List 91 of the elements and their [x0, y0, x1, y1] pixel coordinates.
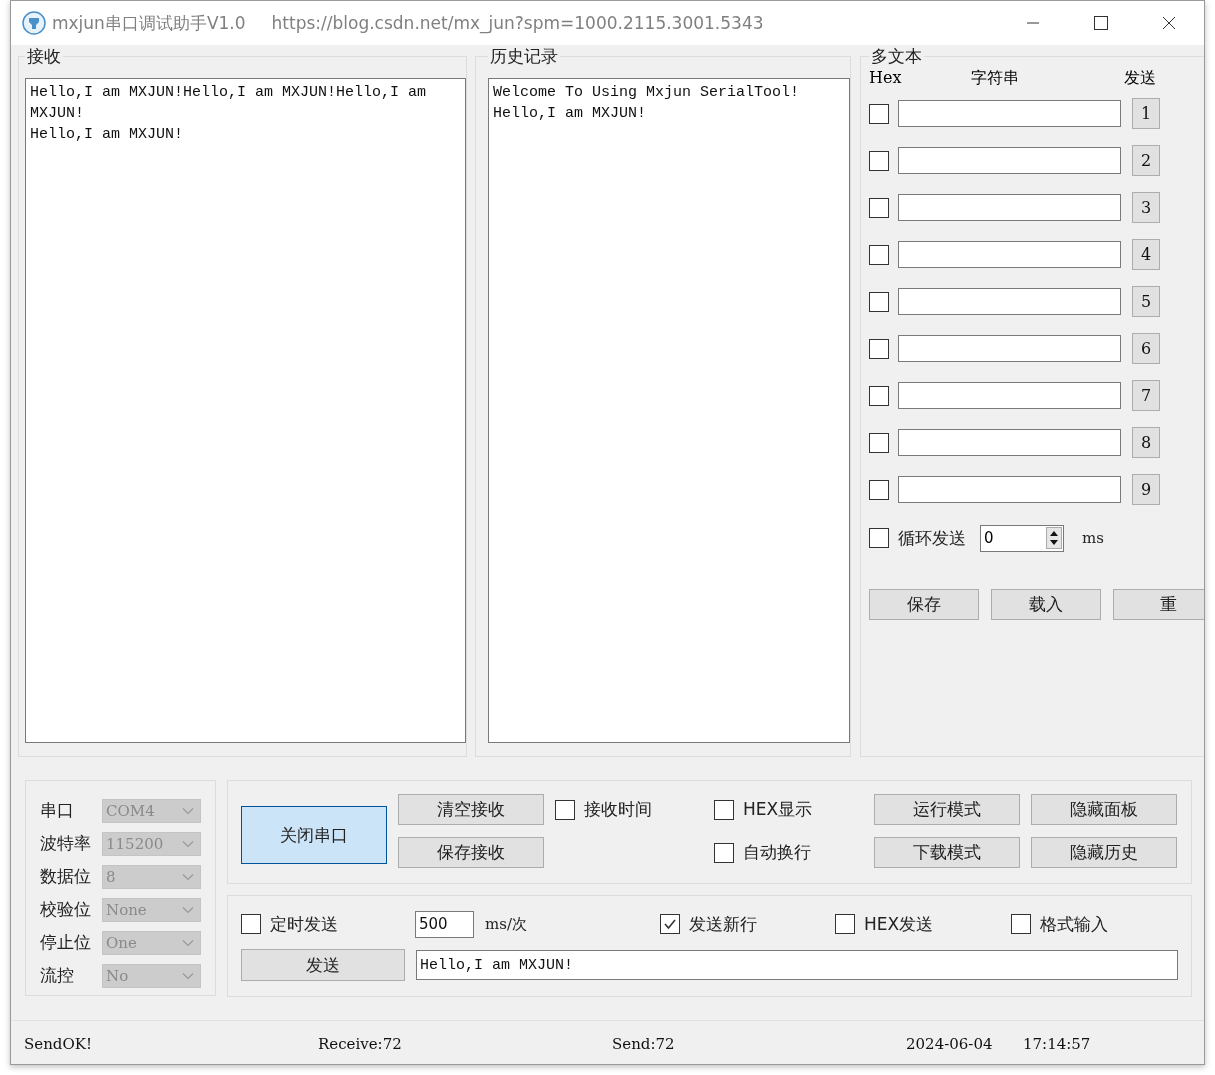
hex-checkbox[interactable] — [869, 103, 889, 124]
string-input-field[interactable] — [898, 288, 1121, 315]
window-title: mxjun串口调试助手V1.0 — [52, 11, 246, 35]
send-number-button[interactable]: 7 — [1132, 380, 1160, 411]
hex-checkbox[interactable] — [869, 338, 889, 359]
column-header: 字符串 — [971, 68, 1019, 89]
checkbox-label: 格式输入 — [1040, 912, 1108, 936]
checkbox[interactable] — [835, 914, 855, 934]
checkbox-label: HEX显示 — [743, 798, 813, 821]
unit-label: ms — [1082, 529, 1104, 547]
hex-checkbox[interactable] — [869, 244, 889, 265]
send-number-button[interactable]: 3 — [1132, 192, 1160, 223]
chevron-icon — [182, 905, 194, 914]
send-number-button[interactable]: 2 — [1132, 145, 1160, 176]
column-header: 发送 — [1124, 68, 1156, 89]
checkbox-label: 循环发送 — [898, 526, 966, 550]
window-url: https://blog.csdn.net/mx_jun?spm=1000.2115.3001.5343 — [271, 13, 764, 33]
close-icon[interactable] — [1162, 16, 1176, 30]
mode-button[interactable]: 运行模式 — [874, 794, 1020, 825]
checkbox-label: 发送新行 — [689, 912, 757, 936]
setting-label: 串口 — [40, 799, 75, 822]
message-input-field[interactable]: Hello,I am MXJUN! — [416, 950, 1178, 980]
hex-checkbox[interactable] — [869, 479, 889, 500]
string-input-field[interactable] — [898, 335, 1121, 362]
maximize-icon[interactable] — [1094, 16, 1108, 30]
receive-text-area[interactable]: Hello,I am MXJUN!Hello,I am MXJUN!Hello,I am MXJUN! Hello,I am MXJUN! — [25, 78, 466, 743]
send-number-button[interactable]: 6 — [1132, 333, 1160, 364]
checkbox[interactable] — [555, 799, 575, 820]
checkbox[interactable] — [714, 799, 734, 820]
checkbox[interactable] — [1011, 914, 1031, 934]
checkbox[interactable] — [660, 914, 680, 934]
setting-label: 波特率 — [40, 832, 92, 855]
setting-label: 流控 — [40, 964, 75, 987]
setting-label: 校验位 — [40, 898, 92, 921]
hex-checkbox[interactable] — [869, 385, 889, 406]
receive-count: Receive:72 — [318, 1034, 403, 1053]
chevron-icon — [182, 971, 194, 980]
status-date: 2024-06-04 — [906, 1034, 994, 1053]
chevron-icon — [182, 872, 194, 881]
send-number-button[interactable]: 4 — [1132, 239, 1160, 270]
checkbox-label: 自动换行 — [743, 841, 811, 864]
string-input-field[interactable] — [898, 382, 1121, 409]
mode-button[interactable]: 下载模式 — [874, 837, 1020, 868]
panel-button[interactable]: 保存 — [869, 589, 979, 620]
checkbox-label: 定时发送 — [270, 912, 338, 936]
action-button[interactable]: 清空接收 — [398, 794, 544, 825]
checkbox-label: HEX发送 — [864, 912, 934, 936]
chevron-icon — [182, 806, 194, 815]
string-input-field[interactable] — [898, 147, 1121, 174]
string-input-field[interactable] — [898, 194, 1121, 221]
app-logo-icon — [22, 11, 46, 35]
group-title: 接收 — [26, 45, 62, 68]
string-input-field[interactable] — [898, 476, 1121, 503]
checkbox-label: 接收时间 — [584, 798, 652, 821]
hex-checkbox[interactable] — [869, 150, 889, 171]
hex-checkbox[interactable] — [869, 197, 889, 218]
checkbox[interactable] — [869, 528, 889, 548]
string-input-field[interactable] — [898, 429, 1121, 456]
history-text-area[interactable]: Welcome To Using Mxjun SerialTool! Hello,I am MXJUN! — [488, 78, 850, 743]
hex-checkbox[interactable] — [869, 291, 889, 312]
string-input-field[interactable] — [898, 241, 1121, 268]
checkbox[interactable] — [241, 914, 261, 934]
unit-label: ms/次 — [485, 914, 528, 934]
mode-button[interactable]: 隐藏历史 — [1031, 837, 1177, 868]
setting-label: 停止位 — [40, 931, 92, 954]
checkmark-icon — [663, 917, 677, 931]
setting-label: 数据位 — [40, 865, 92, 888]
spinner-arrows-icon[interactable] — [1046, 527, 1062, 549]
panel-button[interactable]: 重 — [1113, 589, 1204, 620]
mode-button[interactable]: 隐藏面板 — [1031, 794, 1177, 825]
hex-checkbox[interactable] — [869, 432, 889, 453]
status-message: SendOK! — [24, 1034, 93, 1053]
interval-spin-field[interactable]: 0 — [980, 524, 1064, 552]
status-time: 17:14:57 — [1023, 1034, 1091, 1053]
interval-input-field[interactable]: 500 — [415, 910, 474, 938]
send-count: Send:72 — [612, 1034, 676, 1053]
checkbox[interactable] — [714, 842, 734, 863]
send-number-button[interactable]: 5 — [1132, 286, 1160, 317]
port-toggle-button[interactable]: 关闭串口 — [241, 806, 387, 864]
group-title: 多文本 — [870, 45, 923, 68]
send-button[interactable]: 发送 — [241, 949, 405, 981]
group-title: 历史记录 — [489, 45, 559, 68]
chevron-icon — [182, 938, 194, 947]
chevron-icon — [182, 839, 194, 848]
action-button[interactable]: 保存接收 — [398, 837, 544, 868]
send-number-button[interactable]: 9 — [1132, 474, 1160, 505]
string-input-field[interactable] — [898, 100, 1121, 127]
send-number-button[interactable]: 8 — [1132, 427, 1160, 458]
panel-button[interactable]: 载入 — [991, 589, 1101, 620]
send-number-button[interactable]: 1 — [1132, 98, 1160, 129]
column-header: Hex — [869, 68, 902, 87]
